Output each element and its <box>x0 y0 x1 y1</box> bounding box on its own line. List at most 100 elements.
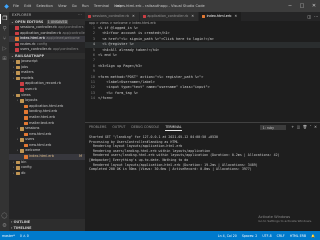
window-controls: ─ □ ✕ <box>284 0 320 12</box>
menu-help[interactable]: Help <box>114 4 122 8</box>
ruby-file-icon <box>20 82 24 86</box>
folder-icon <box>20 99 24 103</box>
split-icon[interactable]: ◫ <box>297 125 300 129</box>
erb-file-icon <box>24 104 28 109</box>
editor-tab[interactable]: index.html.erb ✕ <box>199 12 243 21</box>
encoding[interactable]: UTF-8 <box>262 234 271 238</box>
menu-terminal[interactable]: Terminal <box>94 4 109 8</box>
terminal-output[interactable]: Started GET "/landing" for 127.0.0.1 at … <box>85 131 320 172</box>
activate-windows-watermark: Activate Windows Go to Settings to activ… <box>258 215 312 224</box>
menu-go[interactable]: Go <box>72 4 77 8</box>
folder-icon <box>20 138 24 142</box>
source-control-icon[interactable]: ⑂ <box>0 34 9 44</box>
status-bar: master* 0 ⚠ 0 Ln 4, Col 20 Spaces: 2 UTF… <box>0 231 320 240</box>
folder-item[interactable]: › db <box>9 171 85 177</box>
tree-item-label: index.html.erb <box>29 154 54 159</box>
open-editors-label: OPEN EDITORS <box>15 20 44 24</box>
tab-list: sessions_controller.rb ✕ application_contr… <box>85 12 243 21</box>
menu-view[interactable]: View <box>58 4 67 8</box>
extensions-icon[interactable]: ⊞ <box>0 54 9 64</box>
menu-bar: File Edit Selection View Go Run Terminal… <box>13 4 126 8</box>
panel-tabs: PROBLEMS OUTPUT DEBUG CONSOLE TERMINAL 1… <box>85 123 320 131</box>
folder-icon <box>16 93 20 98</box>
folder-icon <box>16 65 20 70</box>
code-line: 14 </form> <box>85 96 320 101</box>
code-text: </form> <box>98 96 113 101</box>
close-tab-icon[interactable]: ✕ <box>234 12 237 21</box>
open-editor-path: app\views\welcome <box>46 36 80 41</box>
more-icon[interactable]: ··· <box>314 14 318 19</box>
cursor-position[interactable]: Ln 4, Col 20 <box>218 234 237 238</box>
panel-actions: + ◫ 🗑 ˄ ✕ <box>289 125 317 129</box>
watermark-subtitle: Go to Settings to activate Windows. <box>258 219 312 224</box>
ruby-file-icon <box>15 48 19 52</box>
problems-status[interactable]: 0 ⚠ 0 <box>20 234 29 238</box>
editor-tab[interactable]: application_controller.rb ✕ <box>139 12 200 21</box>
ruby-file-icon <box>88 15 91 18</box>
plus-icon[interactable]: + <box>291 125 294 129</box>
bottom-panel: PROBLEMS OUTPUT DEBUG CONSOLE TERMINAL 1… <box>85 122 320 231</box>
language-mode[interactable]: HTML ERB <box>290 234 306 238</box>
close-tab-icon[interactable]: ✕ <box>132 12 135 21</box>
settings-gear-icon[interactable]: ⚙ <box>0 221 9 231</box>
file-tree: › javascript › jobs › mailers › models applicati… <box>9 59 85 176</box>
editor-actions: ◫ ··· <box>304 12 320 21</box>
chevron-right-icon: › <box>11 220 13 224</box>
split-editor-icon[interactable]: ◫ <box>307 14 311 19</box>
code-text: <h3>Sign up Page</h3> <box>98 63 143 68</box>
erb-file-icon <box>24 132 28 137</box>
close-icon[interactable]: ✕ <box>314 125 317 129</box>
folder-icon <box>20 127 24 131</box>
chevron-right-icon: › <box>11 226 13 230</box>
tab-terminal[interactable]: TERMINAL <box>165 123 182 131</box>
project-label: RAILSAUTHAPP <box>15 53 45 58</box>
erb-file-icon <box>24 143 28 148</box>
branch-status[interactable]: master* <box>2 234 15 238</box>
close-window-icon[interactable]: ✕ <box>308 0 320 12</box>
tab-problems[interactable]: PROBLEMS <box>89 123 106 131</box>
erb-file-icon <box>24 121 28 126</box>
ruby-file-icon <box>15 42 19 47</box>
menu-edit[interactable]: Edit <box>24 4 31 8</box>
more-actions-icon[interactable]: ··· <box>78 12 82 19</box>
ruby-file-icon <box>15 26 19 30</box>
menu-selection[interactable]: Selection <box>36 4 53 8</box>
search-icon[interactable]: ⚲ <box>0 24 9 34</box>
vscode-logo-icon: ◆ <box>4 2 9 10</box>
line-endings[interactable]: CRLF <box>277 234 285 238</box>
account-icon[interactable]: ◯ <box>0 211 9 221</box>
erb-file-icon <box>15 37 19 41</box>
tab-debug-console[interactable]: DEBUG CONSOLE <box>131 123 159 131</box>
run-debug-icon[interactable]: ▷ <box>0 44 9 54</box>
editor-tabs: sessions_controller.rb ✕ application_contr… <box>85 12 320 21</box>
close-tab-icon[interactable]: ✕ <box>191 12 194 21</box>
folder-icon <box>16 171 20 176</box>
folder-icon <box>20 149 24 154</box>
explorer-icon[interactable]: ❐ <box>0 14 9 24</box>
explorer-header: EXPLORER ··· <box>9 12 85 19</box>
terminal-select[interactable]: 1: ruby <box>259 124 286 130</box>
ruby-file-icon <box>20 87 24 92</box>
chevron-down-icon: ⌄ <box>11 53 14 58</box>
menu-run[interactable]: Run <box>82 4 89 8</box>
indentation[interactable]: Spaces: 2 <box>242 234 258 238</box>
outline-label: OUTLINE <box>13 220 31 224</box>
chevron-up-icon[interactable]: ˄ <box>310 125 312 129</box>
minimize-icon[interactable]: ─ <box>284 0 296 12</box>
activity-bar: ❐ ⚲ ⑂ ▷ ⊞ ◯ ⚙ <box>0 12 9 231</box>
erb-file-icon <box>202 15 206 18</box>
modified-badge: M <box>79 154 82 159</box>
tab-output[interactable]: OUTPUT <box>112 123 125 131</box>
editor-area: sessions_controller.rb ✕ application_contr… <box>85 12 320 231</box>
code-editor[interactable]: 1 <% if @logged_in %> 2 <h1>Your account i… <box>85 26 320 104</box>
ruby-file-icon <box>142 15 146 18</box>
menu-file[interactable]: File <box>13 4 19 8</box>
tab-label: index.html.erb <box>206 14 232 18</box>
erb-file-icon <box>24 115 28 120</box>
trash-icon[interactable]: 🗑 <box>303 125 308 129</box>
tab-label: application_controller.rb <box>147 14 189 18</box>
tree-item-label: db <box>21 170 26 175</box>
editor-tab[interactable]: sessions_controller.rb ✕ <box>85 12 140 21</box>
maximize-icon[interactable]: □ <box>296 0 308 12</box>
bell-icon[interactable]: 🔔 <box>311 234 315 238</box>
